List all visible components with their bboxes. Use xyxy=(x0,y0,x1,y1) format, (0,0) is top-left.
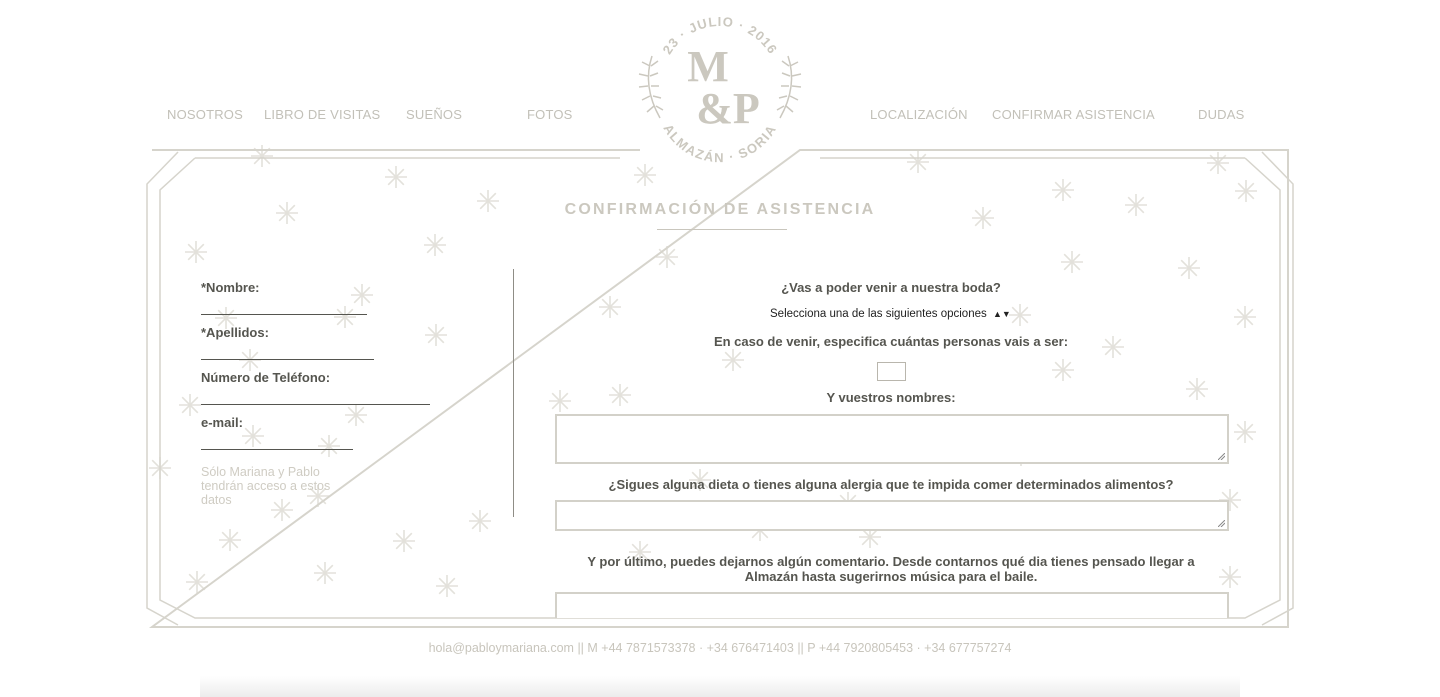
surname-field[interactable] xyxy=(201,359,374,360)
surname-label: *Apellidos: xyxy=(201,325,269,340)
wedding-logo[interactable]: 23 · JULIO · 2016 ALMAZÁN · SORIA M &P xyxy=(630,6,810,176)
logo-initials-p: &P xyxy=(696,84,760,133)
nav-dudas[interactable]: DUDAS xyxy=(1198,107,1245,122)
attend-question: ¿Vas a poder venir a nuestra boda? xyxy=(781,280,1001,295)
email-label: e-mail: xyxy=(201,415,243,430)
nav-nosotros[interactable]: NOSOTROS xyxy=(167,107,243,122)
nav-localizacion[interactable]: LOCALIZACIÓN xyxy=(870,107,968,122)
column-divider xyxy=(513,269,514,517)
names-question: Y vuestros nombres: xyxy=(826,390,956,405)
title-underline xyxy=(657,229,787,230)
name-field[interactable] xyxy=(201,314,367,315)
guests-question: En caso de venir, especifica cuántas per… xyxy=(713,334,1069,349)
nav-fotos[interactable]: FOTOS xyxy=(527,107,573,122)
footer-contact: hola@pabloymariana.com || M +44 78715733… xyxy=(428,641,1012,655)
resize-handle-icon[interactable] xyxy=(1218,453,1225,460)
phone-label: Número de Teléfono: xyxy=(201,370,331,385)
attend-select-value: Selecciona una de las siguientes opcione… xyxy=(770,308,987,320)
name-label: *Nombre: xyxy=(201,280,260,295)
nav-confirmar-asistencia[interactable]: CONFIRMAR ASISTENCIA xyxy=(992,107,1155,122)
guests-count-input[interactable] xyxy=(877,362,906,381)
comment-question: Y por último, puedes dejarnos algún come… xyxy=(587,554,1195,584)
diet-question: ¿Sigues alguna dieta o tienes alguna ale… xyxy=(608,477,1174,492)
diet-textarea[interactable] xyxy=(555,500,1229,531)
bottom-shadow xyxy=(200,676,1240,697)
phone-field[interactable] xyxy=(201,404,430,405)
comment-textarea[interactable] xyxy=(555,592,1229,618)
select-arrows-icon: ▲▼ xyxy=(992,309,1011,319)
nav-suenos[interactable]: SUEÑOS xyxy=(406,107,462,122)
names-textarea[interactable] xyxy=(555,414,1229,464)
resize-handle-icon[interactable] xyxy=(1218,520,1225,527)
email-field[interactable] xyxy=(201,449,353,450)
privacy-note: Sólo Mariana y Pablo tendrán acceso a es… xyxy=(201,465,331,507)
page-title: CONFIRMACIÓN DE ASISTENCIA xyxy=(564,201,876,218)
attend-select[interactable]: Selecciona una de las siguientes opcione… xyxy=(770,308,1020,324)
nav-libro-de-visitas[interactable]: LIBRO DE VISITAS xyxy=(264,107,380,122)
